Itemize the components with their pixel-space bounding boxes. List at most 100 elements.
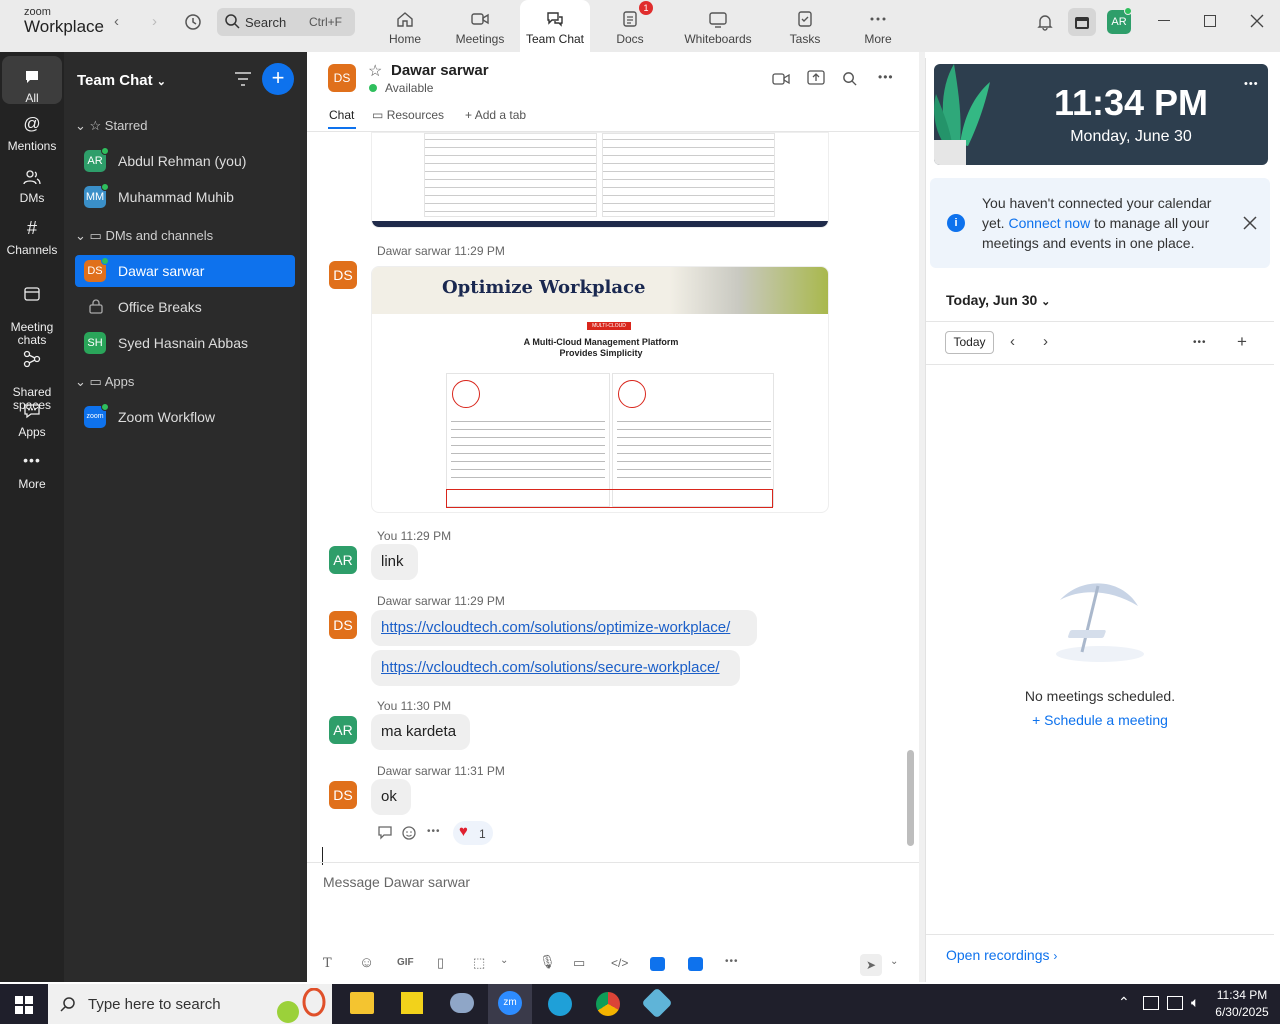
sidebar-item-office-breaks[interactable]: Office Breaks — [75, 291, 295, 323]
more-dots-icon[interactable]: ••• — [1244, 78, 1259, 90]
rail-more[interactable]: ••• More — [2, 452, 62, 491]
notification-app-icon[interactable] — [1143, 996, 1159, 1010]
speaker-icon[interactable]: 🔈︎ — [1191, 994, 1199, 1011]
sidebar-item-syed-hasnain-abbas[interactable]: SH Syed Hasnain Abbas — [75, 327, 295, 359]
rail-channels[interactable]: # Channels — [2, 218, 62, 257]
sender-avatar[interactable]: DS — [329, 781, 357, 809]
contact-avatar[interactable]: DS — [328, 64, 356, 92]
message-bubble[interactable]: ok — [371, 779, 411, 815]
format-text-icon[interactable]: T — [323, 956, 332, 971]
chat-scrollbar[interactable] — [907, 750, 914, 846]
chrome-icon[interactable] — [596, 992, 620, 1016]
previous-day-icon[interactable]: ‹ — [1010, 333, 1015, 350]
video-call-icon[interactable] — [772, 72, 790, 86]
heart-reaction[interactable]: ♥ 1 — [453, 821, 493, 845]
calendar-panel-button[interactable] — [1068, 8, 1096, 36]
taskbar-clock-date[interactable]: 6/30/2025 — [1212, 1005, 1272, 1019]
starred-section-header[interactable]: ⌄ ☆ Starred — [75, 118, 147, 134]
gif-icon[interactable]: GIF — [397, 957, 414, 968]
message-input[interactable]: Message Dawar sarwar — [323, 874, 470, 890]
sidebar-item-abdul-rehman[interactable]: AR Abdul Rehman (you) — [75, 145, 295, 177]
chevron-down-icon[interactable]: ⌄ — [500, 955, 508, 966]
sidebar-item-dawar-sarwar[interactable]: DS Dawar sarwar — [75, 255, 295, 287]
close-window-icon[interactable] — [1250, 14, 1264, 28]
share-screen-icon[interactable] — [807, 70, 825, 86]
network-icon[interactable] — [1167, 996, 1183, 1010]
tab-more[interactable]: More — [843, 0, 913, 52]
sender-avatar[interactable]: DS — [329, 261, 357, 289]
app-icon[interactable] — [450, 993, 474, 1013]
tab-whiteboards[interactable]: Whiteboards — [680, 0, 756, 52]
chevron-down-icon[interactable]: ⌄ — [890, 956, 898, 967]
contact-name[interactable]: Dawar sarwar — [391, 62, 489, 79]
tab-tasks[interactable]: Tasks — [770, 0, 840, 52]
maximize-icon[interactable] — [1204, 15, 1216, 27]
rail-apps[interactable]: Apps — [2, 400, 62, 439]
taskbar-zoom-active[interactable]: zm — [488, 984, 532, 1024]
reply-icon[interactable] — [377, 826, 393, 840]
next-day-icon[interactable]: › — [1043, 333, 1048, 350]
tab-meetings[interactable]: Meetings — [445, 0, 515, 52]
new-chat-button[interactable]: + — [262, 63, 294, 95]
rail-all[interactable]: All — [2, 56, 62, 105]
bell-icon[interactable] — [1036, 13, 1054, 31]
screenshot-icon[interactable]: ⬚ — [473, 955, 485, 971]
sender-avatar[interactable]: DS — [329, 611, 357, 639]
more-dots-icon[interactable]: ••• — [427, 826, 441, 837]
shared-image-optimize-workplace[interactable]: Optimize Workplace MULTI-CLOUD A Multi-C… — [371, 266, 829, 513]
back-arrow-icon[interactable]: ‹ — [114, 13, 119, 30]
add-tab-button[interactable]: + Add a tab — [465, 108, 526, 122]
app-shortcut-icon[interactable] — [650, 957, 665, 971]
sender-avatar[interactable]: AR — [329, 716, 357, 744]
microphone-icon[interactable]: 🎙︎ — [539, 954, 556, 970]
sender-avatar[interactable]: AR — [329, 546, 357, 574]
add-event-icon[interactable]: + — [1237, 332, 1247, 352]
url-link[interactable]: https://vcloudtech.com/solutions/secure-… — [381, 659, 720, 676]
app-icon[interactable] — [641, 987, 673, 1019]
history-icon[interactable] — [184, 13, 202, 31]
video-message-icon[interactable]: ▭ — [573, 955, 585, 971]
open-recordings-link[interactable]: Open recordings › — [946, 947, 1057, 963]
sidebar-item-muhammad-muhib[interactable]: MM Muhammad Muhib — [75, 181, 295, 213]
day-selector[interactable]: Today, Jun 30 ⌄ — [946, 292, 1050, 308]
tab-docs[interactable]: 1 Docs — [595, 0, 665, 52]
tab-chat[interactable]: Chat — [329, 108, 354, 122]
tab-team-chat[interactable]: Team Chat — [520, 0, 590, 52]
edge-icon[interactable] — [548, 992, 572, 1016]
shared-image-previous[interactable] — [371, 132, 829, 228]
search-box[interactable]: Search Ctrl+F — [217, 8, 355, 36]
windows-start-icon[interactable] — [15, 996, 33, 1014]
schedule-meeting-link[interactable]: + Schedule a meeting — [926, 712, 1274, 728]
search-icon[interactable] — [842, 71, 857, 86]
connect-now-link[interactable]: Connect now — [1008, 215, 1090, 231]
app-shortcut-icon[interactable] — [688, 957, 703, 971]
emoji-icon[interactable]: ☺ — [359, 954, 374, 971]
close-icon[interactable] — [1243, 216, 1257, 230]
apps-section-header[interactable]: ⌄ ▭ Apps — [75, 374, 134, 390]
taskbar-clock-time[interactable]: 11:34 PM — [1212, 988, 1272, 1002]
dms-section-header[interactable]: ⌄ ▭ DMs and channels — [75, 228, 213, 244]
message-bubble[interactable]: ma kardeta — [371, 714, 470, 750]
url-link[interactable]: https://vcloudtech.com/solutions/optimiz… — [381, 619, 730, 636]
rail-mentions[interactable]: @ Mentions — [2, 114, 62, 153]
rail-dms[interactable]: DMs — [2, 166, 62, 205]
more-dots-icon[interactable]: ••• — [1193, 337, 1207, 348]
forward-arrow-icon[interactable]: › — [152, 13, 157, 30]
taskbar-search-box[interactable]: Type here to search — [48, 984, 332, 1024]
tab-home[interactable]: Home — [370, 0, 440, 52]
star-outline-icon[interactable]: ☆ — [368, 61, 382, 81]
filter-icon[interactable] — [234, 71, 252, 87]
minimize-icon[interactable] — [1158, 20, 1170, 21]
tab-resources[interactable]: ▭ Resources — [372, 108, 444, 122]
file-icon[interactable]: ▯ — [437, 955, 444, 971]
send-icon[interactable]: ➤ — [860, 954, 882, 976]
add-reaction-icon[interactable] — [402, 825, 418, 841]
more-dots-icon[interactable]: ••• — [725, 956, 739, 967]
sidebar-title[interactable]: Team Chat ⌄ — [77, 72, 166, 89]
sticky-notes-icon[interactable] — [401, 992, 423, 1014]
code-icon[interactable]: </> — [611, 956, 628, 970]
file-explorer-icon[interactable] — [350, 992, 374, 1014]
sidebar-item-zoom-workflow[interactable]: zoom Zoom Workflow — [75, 401, 295, 433]
chevron-up-icon[interactable]: ⌃ — [1118, 994, 1130, 1011]
more-dots-icon[interactable]: ••• — [878, 70, 894, 84]
